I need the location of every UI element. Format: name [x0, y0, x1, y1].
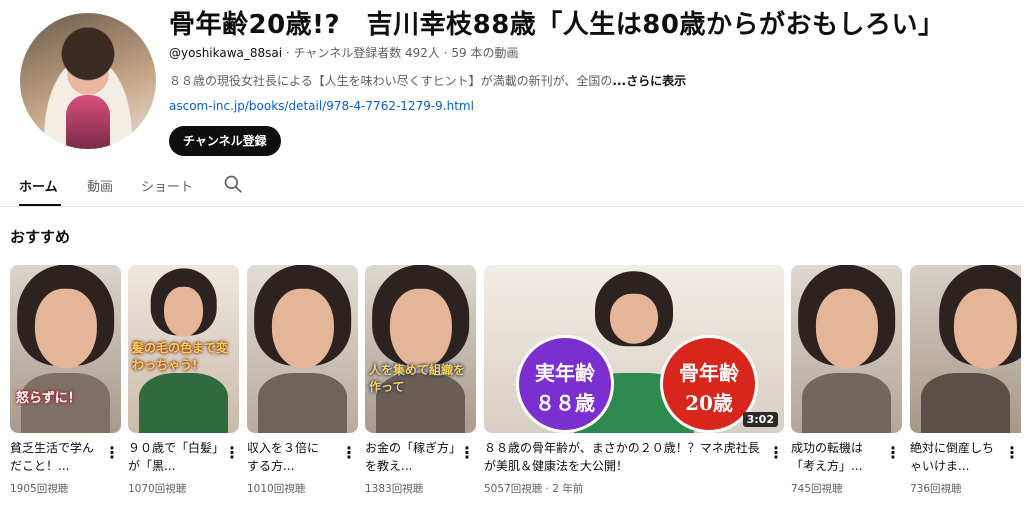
channel-handle: @yoshikawa_88sai [169, 46, 283, 60]
channel-avatar[interactable] [20, 13, 156, 149]
video-thumbnail[interactable] [247, 265, 358, 433]
channel-tabs: ホーム 動画 ショート [0, 166, 1024, 207]
channel-title: 骨年齢20歳!? 吉川幸枝88歳「人生は80歳からがおもしろい」 [169, 10, 945, 40]
video-views: 1070回視聴 [128, 483, 187, 495]
video-title[interactable]: ９０歳で「白髪」が「黒... [128, 439, 220, 475]
video-views: 1905回視聴 [10, 483, 69, 495]
video-views: 1010回視聴 [247, 483, 306, 495]
active-tab-indicator [19, 204, 61, 206]
badge-actual-age-text: 実年齢 ８８歳 [535, 361, 595, 415]
more-vert-icon[interactable]: ⋮ [1004, 443, 1020, 463]
video-views: 736回視聴 [910, 483, 962, 495]
video-title[interactable]: ８８歳の骨年齢が、まさかの２０歳！？マネ虎社長が美肌＆健康法を大公開！ [484, 439, 764, 475]
video-card[interactable]: 髪の毛の色まで変わっちゃう! ９０歳で「白髪」が「黒... ⋮ 1070回視聴 [128, 265, 240, 495]
video-views: 5057回視聴 · 2 年前 [484, 483, 584, 495]
video-card-featured[interactable]: 実年齢 ８８歳 骨年齢 20歳 3:02 ８８歳の骨年齢が、まさかの２０歳！？マ… [484, 265, 784, 495]
video-views: 1383回視聴 [365, 483, 424, 495]
more-vert-icon[interactable]: ⋮ [224, 443, 240, 463]
video-card[interactable]: 人を集めて組織を作って お金の「稼ぎ方」を教え... ⋮ 1383回視聴 [365, 265, 476, 495]
channel-meta: @yoshikawa_88sai · チャンネル登録者数 492人 · 59 本… [169, 44, 518, 61]
thumbnail-caption: 人を集めて組織を作って [369, 363, 466, 394]
video-title[interactable]: 絶対に倒産しちゃいけま... [910, 439, 996, 475]
video-card[interactable]: 成功の転機は「考え方」... ⋮ 745回視聴 [791, 265, 902, 495]
more-vert-icon[interactable]: ⋮ [459, 443, 475, 463]
section-title: おすすめ [10, 228, 71, 246]
channel-stats: · チャンネル登録者数 492人 · 59 本の動画 [282, 46, 519, 60]
video-card[interactable]: 怒らずに！ 貧乏生活で学んだこと！... ⋮ 1905回視聴 [10, 265, 121, 495]
subscribe-button[interactable]: チャンネル登録 [169, 126, 281, 156]
video-duration: 3:02 [742, 412, 778, 427]
video-title[interactable]: 成功の転機は「考え方」... [791, 439, 877, 475]
video-title[interactable]: 収入を３倍にする方... [247, 439, 327, 475]
badge-actual-age: 実年齢 ８８歳 [516, 335, 614, 433]
tab-videos[interactable]: 動画 [87, 176, 113, 195]
description-text: ８８歳の現役女社長による【人生を味わい尽くすヒント】が満載の新刊が、全国の [169, 74, 613, 88]
video-thumbnail[interactable]: 怒らずに！ [10, 265, 121, 433]
video-thumbnail[interactable] [791, 265, 902, 433]
video-thumbnail[interactable] [910, 265, 1021, 433]
video-views: 745回視聴 [791, 483, 843, 495]
more-vert-icon[interactable]: ⋮ [768, 443, 784, 463]
channel-description[interactable]: ８８歳の現役女社長による【人生を味わい尽くすヒント】が満載の新刊が、全国の...… [169, 72, 686, 89]
channel-external-link[interactable]: ascom-inc.jp/books/detail/978-4-7762-127… [169, 99, 474, 113]
search-icon[interactable] [223, 174, 243, 194]
more-vert-icon[interactable]: ⋮ [104, 443, 120, 463]
video-thumbnail[interactable]: 実年齢 ８８歳 骨年齢 20歳 3:02 [484, 265, 784, 433]
thumbnail-caption: 怒らずに！ [16, 391, 81, 406]
more-vert-icon[interactable]: ⋮ [885, 443, 901, 463]
video-card[interactable]: 絶対に倒産しちゃいけま... ⋮ 736回視聴 [910, 265, 1021, 495]
thumbnail-caption: 髪の毛の色まで変わっちゃう! [132, 341, 229, 372]
video-thumbnail[interactable]: 人を集めて組織を作って [365, 265, 476, 433]
video-title[interactable]: お金の「稼ぎ方」を教え... [365, 439, 457, 475]
show-more-link[interactable]: ...さらに表示 [612, 74, 686, 88]
tab-home[interactable]: ホーム [19, 176, 58, 195]
video-thumbnail[interactable]: 髪の毛の色まで変わっちゃう! [128, 265, 239, 433]
tab-shorts[interactable]: ショート [141, 176, 193, 195]
video-card[interactable]: 収入を３倍にする方... ⋮ 1010回視聴 [247, 265, 358, 495]
video-title[interactable]: 貧乏生活で学んだこと！... [10, 439, 100, 475]
more-vert-icon[interactable]: ⋮ [341, 443, 357, 463]
badge-bone-age-text: 骨年齢 20歳 [679, 361, 739, 415]
